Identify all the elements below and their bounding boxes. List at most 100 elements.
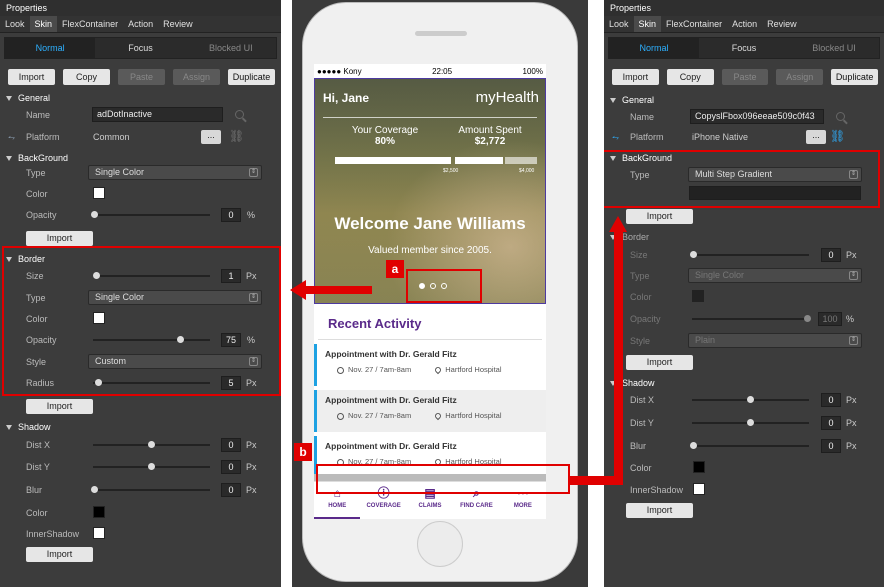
slider-knob[interactable]: [91, 486, 98, 493]
background-section-header[interactable]: BackGround: [6, 153, 68, 163]
tab-action[interactable]: Action: [727, 16, 762, 32]
disty-slider[interactable]: [692, 419, 809, 426]
duplicate-button[interactable]: Duplicate: [228, 69, 275, 85]
distx-input[interactable]: 0: [221, 438, 241, 452]
link-icon[interactable]: ⛓: [229, 129, 244, 143]
distx-label: Dist X: [26, 440, 51, 450]
link-icon[interactable]: ⛓: [830, 129, 845, 143]
tab-look[interactable]: Look: [0, 16, 30, 32]
import-button[interactable]: Import: [612, 69, 659, 85]
slider-knob[interactable]: [804, 315, 811, 322]
border-import-button[interactable]: Import: [626, 355, 693, 370]
skin-states: Normal Focus Blocked UI: [608, 37, 880, 59]
shadow-color-swatch[interactable]: [93, 506, 105, 518]
shadow-header-label: Shadow: [622, 378, 655, 388]
slider-knob[interactable]: [747, 419, 754, 426]
assign-button[interactable]: Assign: [173, 69, 220, 85]
paste-button[interactable]: Paste: [118, 69, 165, 85]
border-type-select[interactable]: Single Color ⇕: [688, 268, 862, 283]
blur-input[interactable]: 0: [221, 483, 241, 497]
appointment-card[interactable]: Appointment with Dr. Gerald Fitz Nov. 27…: [314, 344, 546, 386]
shadow-color-swatch[interactable]: [693, 461, 705, 473]
disty-input[interactable]: 0: [221, 460, 241, 474]
border-color-swatch[interactable]: [692, 290, 704, 302]
copy-button[interactable]: Copy: [63, 69, 110, 85]
tab-flexcontainer[interactable]: FlexContainer: [57, 16, 123, 32]
bg-opacity-slider[interactable]: [91, 211, 210, 218]
general-section-header[interactable]: General: [6, 93, 50, 103]
state-blocked-ui[interactable]: Blocked UI: [186, 38, 276, 58]
chevron-updown-icon: ⇕: [249, 168, 258, 177]
disty-slider[interactable]: [93, 463, 210, 470]
innershadow-swatch[interactable]: [693, 483, 705, 495]
blur-slider[interactable]: [91, 486, 210, 493]
slider-knob[interactable]: [91, 211, 98, 218]
state-normal[interactable]: Normal: [5, 38, 96, 58]
disty-input[interactable]: 0: [821, 416, 841, 430]
state-focus[interactable]: Focus: [699, 38, 789, 58]
shadow-import-button[interactable]: Import: [26, 547, 93, 562]
tab-look[interactable]: Look: [604, 16, 634, 32]
distx-slider[interactable]: [93, 441, 210, 448]
tab-skin[interactable]: Skin: [633, 16, 662, 32]
general-section-header[interactable]: General: [610, 95, 654, 105]
tab-review[interactable]: Review: [158, 16, 198, 32]
name-field[interactable]: CopyslFbox096eeae509c0f43: [690, 109, 824, 124]
shadow-section-header[interactable]: Shadow: [6, 422, 51, 432]
blur-input[interactable]: 0: [821, 439, 841, 453]
home-button[interactable]: [417, 521, 463, 567]
tick-4000: $4,000: [519, 168, 535, 174]
skin-states: Normal Focus Blocked UI: [4, 37, 277, 59]
shadow-color-row: Color: [0, 505, 281, 521]
recent-activity: Recent Activity Appointment with Dr. Ger…: [314, 304, 546, 478]
state-blocked-ui[interactable]: Blocked UI: [789, 38, 879, 58]
border-style-select[interactable]: Plain ⇕: [688, 333, 862, 348]
root: Properties Look Skin FlexContainer Actio…: [0, 0, 884, 587]
border-size-slider[interactable]: [690, 251, 809, 258]
bg-opacity-input[interactable]: 0: [221, 208, 241, 222]
tab-review[interactable]: Review: [762, 16, 802, 32]
shadow-import-button[interactable]: Import: [626, 503, 693, 518]
platform-more-button[interactable]: ...: [806, 130, 826, 144]
distx-label: Dist X: [630, 395, 655, 405]
coverage-label: Your Coverage: [351, 125, 419, 136]
copy-button[interactable]: Copy: [666, 69, 714, 85]
appointment-card[interactable]: Appointment with Dr. Gerald Fitz Nov. 27…: [314, 390, 546, 432]
innershadow-swatch[interactable]: [93, 527, 105, 539]
spent-label: Amount Spent: [458, 125, 522, 136]
panel-title: Properties: [0, 0, 281, 16]
distx-input[interactable]: 0: [821, 393, 841, 407]
bg-import-button[interactable]: Import: [626, 209, 693, 224]
assign-button[interactable]: Assign: [776, 69, 824, 85]
import-button[interactable]: Import: [8, 69, 55, 85]
name-label: Name: [26, 110, 51, 120]
bg-type-select[interactable]: Single Color ⇕: [88, 165, 262, 180]
state-focus[interactable]: Focus: [95, 38, 185, 58]
name-field[interactable]: adDotInactive: [92, 107, 223, 122]
border-opacity-input[interactable]: 100: [818, 312, 842, 326]
border-opacity-slider[interactable]: [692, 315, 811, 322]
blur-slider[interactable]: [690, 442, 809, 449]
slider-knob[interactable]: [148, 441, 155, 448]
state-normal[interactable]: Normal: [609, 38, 699, 58]
slider-knob[interactable]: [148, 463, 155, 470]
search-icon[interactable]: [235, 110, 244, 119]
search-icon[interactable]: [836, 112, 845, 121]
location-text: Hartford Hospital: [445, 365, 502, 374]
paste-button[interactable]: Paste: [721, 69, 769, 85]
slider-knob[interactable]: [747, 396, 754, 403]
tab-skin[interactable]: Skin: [29, 16, 58, 32]
platform-more-button[interactable]: ...: [201, 130, 221, 144]
tab-flexcontainer[interactable]: FlexContainer: [661, 16, 727, 32]
distx-slider[interactable]: [692, 396, 809, 403]
bg-import-button[interactable]: Import: [26, 231, 93, 246]
slider-knob[interactable]: [690, 251, 697, 258]
appointment-title: Appointment with Dr. Gerald Fitz: [325, 441, 457, 451]
border-size-input[interactable]: 0: [821, 248, 841, 262]
bg-color-swatch[interactable]: [93, 187, 105, 199]
border-import-button[interactable]: Import: [26, 399, 93, 414]
slider-knob[interactable]: [690, 442, 697, 449]
tab-action[interactable]: Action: [123, 16, 158, 32]
location-text: Hartford Hospital: [445, 411, 502, 420]
duplicate-button[interactable]: Duplicate: [831, 69, 878, 85]
